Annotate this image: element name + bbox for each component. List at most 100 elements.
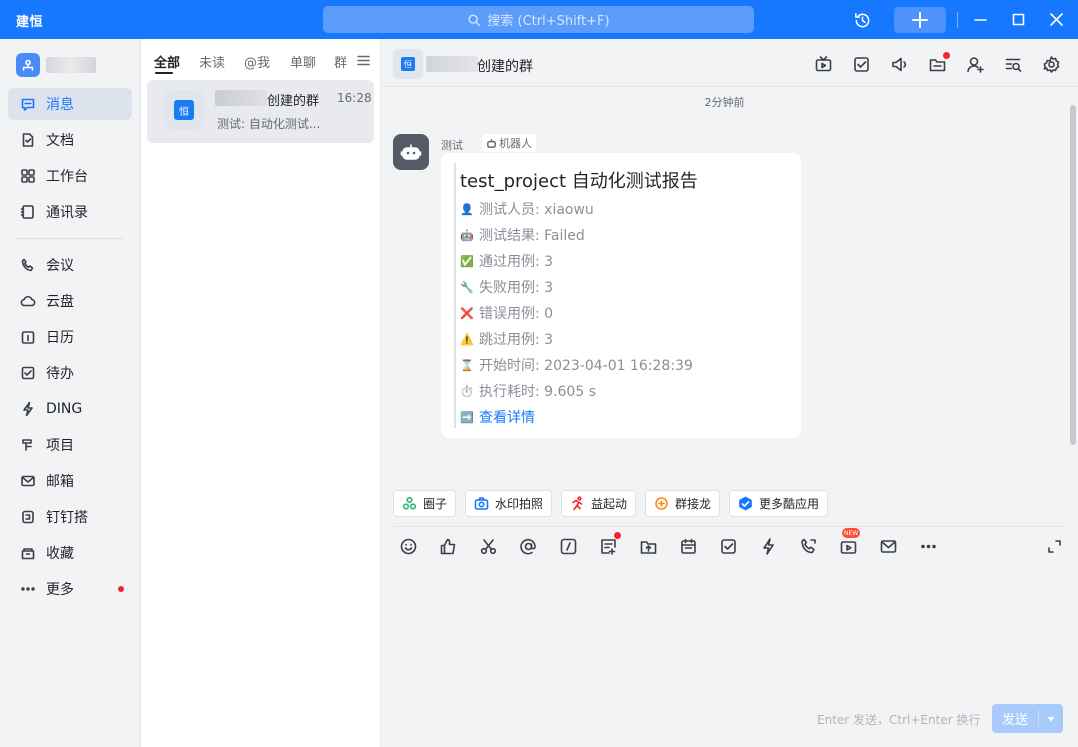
robot-emoji-icon: 🤖 (460, 228, 474, 242)
nav-item-calendar[interactable]: 日历 (8, 321, 132, 353)
field-errors: ❌ 错误用例: 0 (460, 303, 553, 323)
contacts-icon (20, 204, 36, 220)
close-icon[interactable] (1049, 12, 1064, 27)
arrow-emoji-icon: ➡️ (460, 410, 474, 424)
meeting-icon (20, 257, 36, 273)
field-text: 跳过用例: 3 (479, 332, 554, 348)
settings-icon[interactable] (1042, 55, 1061, 74)
minimize-icon[interactable] (973, 12, 988, 27)
search-history-icon[interactable] (1004, 55, 1023, 74)
field-duration: ⏱️ 执行耗时: 9.605 s (460, 381, 596, 401)
view-details-link[interactable]: 查看详情 (479, 407, 535, 427)
quick-app-label: 水印拍照 (495, 497, 544, 511)
sender-name: 测试 (441, 139, 463, 152)
upload-folder-icon[interactable] (639, 537, 658, 556)
quick-app-label: 群接龙 (675, 497, 712, 511)
chat-avatar-badge: 恒 (401, 57, 415, 71)
field-text: 失败用例: 3 (479, 280, 554, 296)
mail-icon[interactable] (879, 537, 898, 556)
field-detail: ➡️ 查看详情 (460, 407, 535, 427)
live-stream-icon[interactable] (839, 537, 858, 556)
field-passed: ✅ 通过用例: 3 (460, 251, 553, 271)
message-card[interactable]: test_project 自动化测试报告 👤 测试人员: xiaowu 🤖 测试… (441, 153, 801, 438)
todo-check-icon[interactable] (852, 55, 871, 74)
field-text: 错误用例: 0 (479, 306, 554, 322)
nav-item-messages[interactable]: 消息 (8, 88, 132, 120)
quick-app-group-relay[interactable]: 群接龙 (645, 490, 721, 517)
scrollbar[interactable] (1070, 105, 1076, 445)
nav-label: 云盘 (46, 294, 74, 310)
caret-down-icon[interactable] (1039, 704, 1063, 733)
chat-title[interactable]: 创建的群 (477, 56, 533, 76)
announcement-icon[interactable] (890, 55, 909, 74)
search-input[interactable]: 搜索 (Ctrl+Shift+F) (323, 6, 754, 33)
call-icon[interactable] (799, 537, 818, 556)
tab-all[interactable]: 全部 (154, 52, 180, 71)
quick-app-charity[interactable]: 益起动 (561, 490, 637, 517)
quick-app-more[interactable]: 更多酷应用 (729, 490, 829, 517)
add-button[interactable] (894, 7, 946, 33)
nav-item-workbench[interactable]: 工作台 (8, 160, 132, 192)
wrench-emoji-icon: 🔧 (460, 280, 474, 294)
message-input[interactable] (393, 564, 1065, 699)
check-emoji-icon: ✅ (460, 254, 474, 268)
nav-item-todo[interactable]: 待办 (8, 357, 132, 389)
nav-item-cloud[interactable]: 云盘 (8, 285, 132, 317)
nav-label: 项目 (46, 438, 74, 454)
sidebar: 消息 文档 工作台 通讯录 会议 云盘 日历 待办 DING 项目 邮箱 钉钉搭… (0, 39, 141, 747)
tab-mentions[interactable]: @我 (244, 52, 270, 71)
nav-item-favorites[interactable]: 收藏 (8, 537, 132, 569)
expand-icon[interactable] (1047, 539, 1062, 554)
field-start-time: ⌛ 开始时间: 2023-04-01 16:28:39 (460, 355, 693, 375)
quick-app-watermark-photo[interactable]: 水印拍照 (465, 490, 553, 517)
user-emoji-icon: 👤 (460, 202, 474, 216)
note-icon[interactable] (599, 537, 618, 556)
calendar-icon[interactable] (679, 537, 698, 556)
robot-icon (399, 140, 423, 164)
maximize-icon[interactable] (1011, 12, 1026, 27)
bot-avatar[interactable] (393, 134, 429, 170)
quick-app-label: 益起动 (591, 497, 628, 511)
quick-app-circle[interactable]: 圈子 (393, 490, 457, 517)
runner-icon (570, 496, 585, 511)
more-tools-icon[interactable] (919, 537, 938, 556)
field-tester: 👤 测试人员: xiaowu (460, 199, 594, 219)
mail-icon (20, 473, 36, 489)
nav-item-project[interactable]: 项目 (8, 429, 132, 461)
field-skipped: ⚠️ 跳过用例: 3 (460, 329, 553, 349)
tab-direct[interactable]: 单聊 (290, 52, 316, 71)
send-button[interactable]: 发送 (992, 704, 1063, 733)
conversation-item[interactable]: 恒 创建的群 16:28 测试: 自动化测试... (147, 80, 374, 143)
title-bar: 建恒 搜索 (Ctrl+Shift+F) (0, 0, 1078, 39)
quick-app-label: 更多酷应用 (759, 497, 820, 511)
thumbs-up-icon[interactable] (439, 537, 458, 556)
nav-item-mail[interactable]: 邮箱 (8, 465, 132, 497)
ding-icon[interactable] (759, 537, 778, 556)
nav-label: 更多 (46, 582, 74, 598)
notification-dot (614, 532, 621, 539)
tab-groups[interactable]: 群 (334, 52, 347, 71)
scissors-icon[interactable] (479, 537, 498, 556)
menu-icon[interactable] (356, 53, 371, 68)
hourglass-emoji-icon: ⌛ (460, 358, 474, 372)
nav-item-contacts[interactable]: 通讯录 (8, 196, 132, 228)
tab-unread[interactable]: 未读 (199, 52, 225, 71)
history-icon[interactable] (853, 11, 872, 30)
chat-avatar[interactable]: 恒 (393, 49, 423, 79)
nav-item-more[interactable]: 更多 (8, 573, 132, 605)
message-icon (20, 96, 36, 112)
nav-item-meeting[interactable]: 会议 (8, 249, 132, 281)
live-icon[interactable] (814, 55, 833, 74)
nav-item-ding[interactable]: DING (8, 393, 132, 425)
command-icon[interactable] (559, 537, 578, 556)
add-member-icon[interactable] (966, 55, 985, 74)
user-name-redacted[interactable] (46, 57, 96, 73)
mention-icon[interactable] (519, 537, 538, 556)
nav-item-docs[interactable]: 文档 (8, 124, 132, 156)
nav-item-builder[interactable]: 钉钉搭 (8, 501, 132, 533)
emoji-icon[interactable] (399, 537, 418, 556)
todo-icon[interactable] (719, 537, 738, 556)
field-result: 🤖 测试结果: Failed (460, 225, 585, 245)
user-avatar[interactable] (16, 53, 40, 77)
field-failed: 🔧 失败用例: 3 (460, 277, 553, 297)
